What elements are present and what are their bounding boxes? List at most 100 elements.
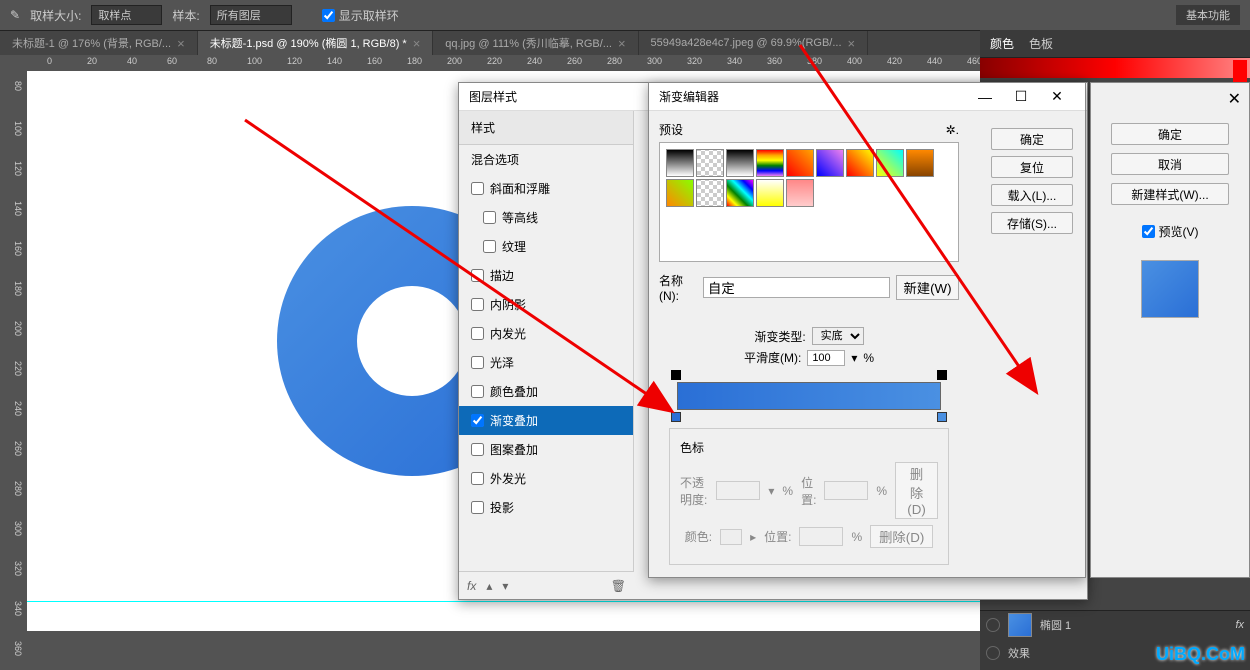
cancel-button[interactable]: 取消 [1111, 153, 1229, 175]
trash-icon[interactable]: 🗑 [611, 579, 626, 593]
gradient-preset[interactable] [696, 149, 724, 177]
gradient-preview[interactable] [677, 382, 941, 410]
gradient-preset[interactable] [756, 149, 784, 177]
style-item[interactable]: 颜色叠加 [459, 377, 633, 406]
dialog-title: 渐变编辑器 [659, 88, 967, 105]
sample-size-select[interactable]: 取样点 [91, 5, 162, 25]
sample-label: 样本: [172, 7, 199, 24]
doc-tab-0[interactable]: 未标题-1 @ 176% (背景, RGB/...× [0, 31, 198, 55]
opacity-stop-left[interactable] [671, 370, 681, 380]
dropdown-icon[interactable]: ▸ [750, 530, 756, 544]
doc-tab-1[interactable]: 未标题-1.psd @ 190% (椭圆 1, RGB/8) *× [198, 31, 434, 55]
style-item[interactable]: 内阴影 [459, 290, 633, 319]
dropdown-icon[interactable]: ▾ [851, 351, 857, 365]
color-stop-right[interactable] [937, 412, 947, 422]
show-ring-checkbox[interactable]: 显示取样环 [322, 7, 399, 24]
position-label: 位置: [801, 474, 816, 508]
styles-header[interactable]: 样式 [459, 111, 633, 145]
preview-checkbox[interactable] [1142, 225, 1155, 238]
gradient-preset[interactable] [726, 179, 754, 207]
options-bar: ✎ 取样大小: 取样点 样本: 所有图层 显示取样环 基本功能 [0, 0, 1250, 30]
style-item[interactable]: 外发光 [459, 464, 633, 493]
close-icon[interactable]: × [618, 36, 626, 51]
gradient-preset[interactable] [756, 179, 784, 207]
layer-style-side-panel: ✕ 确定 取消 新建样式(W)... 预览(V) [1090, 82, 1250, 578]
gradient-preset[interactable] [906, 149, 934, 177]
style-item[interactable]: 图案叠加 [459, 435, 633, 464]
gradient-preset[interactable] [786, 149, 814, 177]
opacity-input[interactable] [716, 481, 760, 500]
gradient-preset[interactable] [726, 149, 754, 177]
close-icon[interactable]: ✕ [1228, 89, 1241, 109]
dialog-titlebar[interactable]: 渐变编辑器 — ☐ ✕ [649, 83, 1085, 111]
close-icon[interactable]: × [177, 36, 185, 51]
name-label: 名称(N): [659, 272, 697, 303]
minimize-icon[interactable]: — [967, 89, 1003, 105]
save-button[interactable]: 存储(S)... [991, 212, 1073, 234]
style-item[interactable]: 投影 [459, 493, 633, 522]
color-stop-group: 色标 不透明度:▾% 位置:% 删除(D) 颜色:▸ 位置:% 删除(D) [669, 428, 949, 565]
delete-color-button[interactable]: 删除(D) [870, 525, 933, 548]
new-style-button[interactable]: 新建样式(W)... [1111, 183, 1229, 205]
sample-select[interactable]: 所有图层 [210, 5, 292, 25]
style-item[interactable]: 斜面和浮雕 [459, 174, 633, 203]
delete-opacity-button[interactable]: 删除(D) [895, 462, 938, 519]
layer-row[interactable]: 椭圆 1 fx [980, 611, 1250, 639]
style-item[interactable]: 描边 [459, 261, 633, 290]
preview-label: 预览(V) [1159, 223, 1199, 240]
visibility-icon[interactable] [986, 618, 1000, 632]
gradient-bar[interactable] [669, 382, 949, 410]
style-list-footer: fx ▴ ▾ 🗑 [459, 571, 634, 599]
opacity-stop-right[interactable] [937, 370, 947, 380]
gradient-type-select[interactable]: 实底 [812, 327, 864, 345]
style-item[interactable]: 渐变叠加 [459, 406, 633, 435]
gradient-preset[interactable] [876, 149, 904, 177]
smooth-label: 平滑度(M): [744, 349, 801, 366]
color-panel-tabs: 颜色 色板 [980, 30, 1250, 58]
style-item[interactable]: 等高线 [459, 203, 633, 232]
effects-label: 效果 [1008, 645, 1030, 661]
arrow-up-icon[interactable]: ▴ [486, 579, 492, 593]
close-icon[interactable]: × [413, 36, 421, 51]
blend-options[interactable]: 混合选项 [459, 145, 633, 174]
doc-tab-2[interactable]: qq.jpg @ 111% (秀川临摹, RGB/...× [433, 31, 638, 55]
dropdown-icon[interactable]: ▾ [768, 484, 774, 498]
style-item[interactable]: 内发光 [459, 319, 633, 348]
new-gradient-button[interactable]: 新建(W) [896, 275, 959, 300]
gradient-preset[interactable] [666, 149, 694, 177]
gradient-name-input[interactable] [703, 277, 890, 298]
visibility-icon[interactable] [986, 646, 1000, 660]
gradient-preset[interactable] [846, 149, 874, 177]
guide-line[interactable] [27, 601, 980, 602]
position-input[interactable] [824, 481, 868, 500]
reset-button[interactable]: 复位 [991, 156, 1073, 178]
style-item[interactable]: 纹理 [459, 232, 633, 261]
gear-icon[interactable]: ✲. [946, 123, 959, 137]
gradient-preset[interactable] [696, 179, 724, 207]
close-icon[interactable]: ✕ [1039, 88, 1075, 105]
close-icon[interactable]: × [848, 36, 856, 51]
fx-badge[interactable]: fx [1235, 619, 1244, 631]
color-swatch[interactable] [720, 529, 742, 545]
arrow-down-icon[interactable]: ▾ [502, 579, 508, 593]
color-slider[interactable] [980, 58, 1250, 78]
style-item[interactable]: 光泽 [459, 348, 633, 377]
gradient-preset[interactable] [786, 179, 814, 207]
ok-button[interactable]: 确定 [1111, 123, 1229, 145]
color-tab[interactable]: 颜色 [990, 35, 1014, 52]
gradient-preset[interactable] [816, 149, 844, 177]
fx-icon[interactable]: fx [467, 579, 476, 593]
smoothness-input[interactable] [807, 350, 845, 366]
gradient-editor-dialog: 渐变编辑器 — ☐ ✕ 预设✲. 名称(N): 新建(W) 渐变类型:实底 平滑… [648, 82, 1086, 578]
load-button[interactable]: 载入(L)... [991, 184, 1073, 206]
ok-button[interactable]: 确定 [991, 128, 1073, 150]
watermark: UiBQ.CoM [1156, 644, 1245, 665]
gradient-options: 渐变类型:实底 平滑度(M):▾% 色标 不透明度:▾% 位置:% 删除(D) [659, 313, 959, 575]
workspace-select[interactable]: 基本功能 [1176, 5, 1240, 25]
position-input[interactable] [799, 527, 843, 546]
maximize-icon[interactable]: ☐ [1003, 88, 1039, 105]
color-stop-left[interactable] [671, 412, 681, 422]
gradient-preset[interactable] [666, 179, 694, 207]
doc-tab-3[interactable]: 55949a428e4c7.jpeg @ 69.9%(RGB/...× [639, 31, 869, 55]
swatches-tab[interactable]: 色板 [1029, 35, 1053, 52]
